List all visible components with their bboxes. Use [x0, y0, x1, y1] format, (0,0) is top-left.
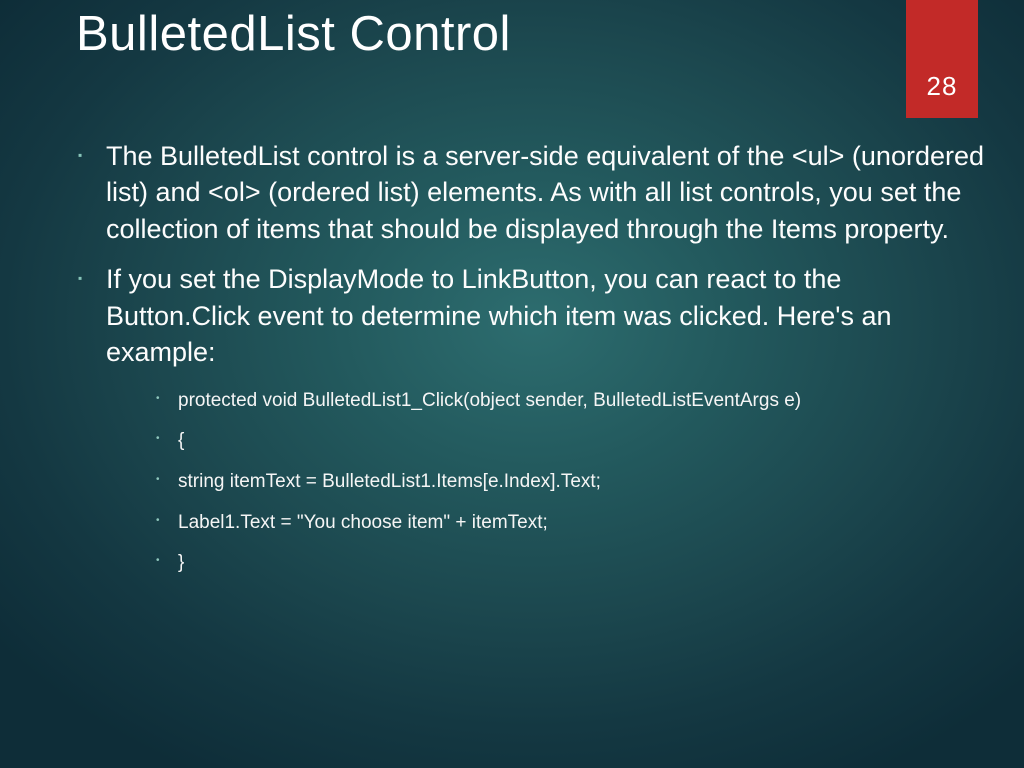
slide-title: BulletedList Control — [76, 6, 511, 62]
code-line: protected void BulletedList1_Click(objec… — [156, 389, 984, 414]
code-line: { — [156, 429, 984, 454]
slide: 28 BulletedList Control The BulletedList… — [0, 0, 1024, 768]
slide-content: The BulletedList control is a server-sid… — [76, 138, 984, 592]
page-number-ribbon: 28 — [906, 0, 978, 118]
code-line: string itemText = BulletedList1.Items[e.… — [156, 470, 984, 495]
bullet-text: If you set the DisplayMode to LinkButton… — [106, 264, 892, 367]
code-sublist: protected void BulletedList1_Click(objec… — [156, 389, 984, 576]
page-number: 28 — [927, 71, 958, 102]
bullet-text: The BulletedList control is a server-sid… — [106, 141, 984, 244]
bullet-item: If you set the DisplayMode to LinkButton… — [76, 261, 984, 576]
code-line: Label1.Text = "You choose item" + itemTe… — [156, 511, 984, 536]
bullet-list: The BulletedList control is a server-sid… — [76, 138, 984, 576]
bullet-item: The BulletedList control is a server-sid… — [76, 138, 984, 247]
code-line: } — [156, 551, 984, 576]
